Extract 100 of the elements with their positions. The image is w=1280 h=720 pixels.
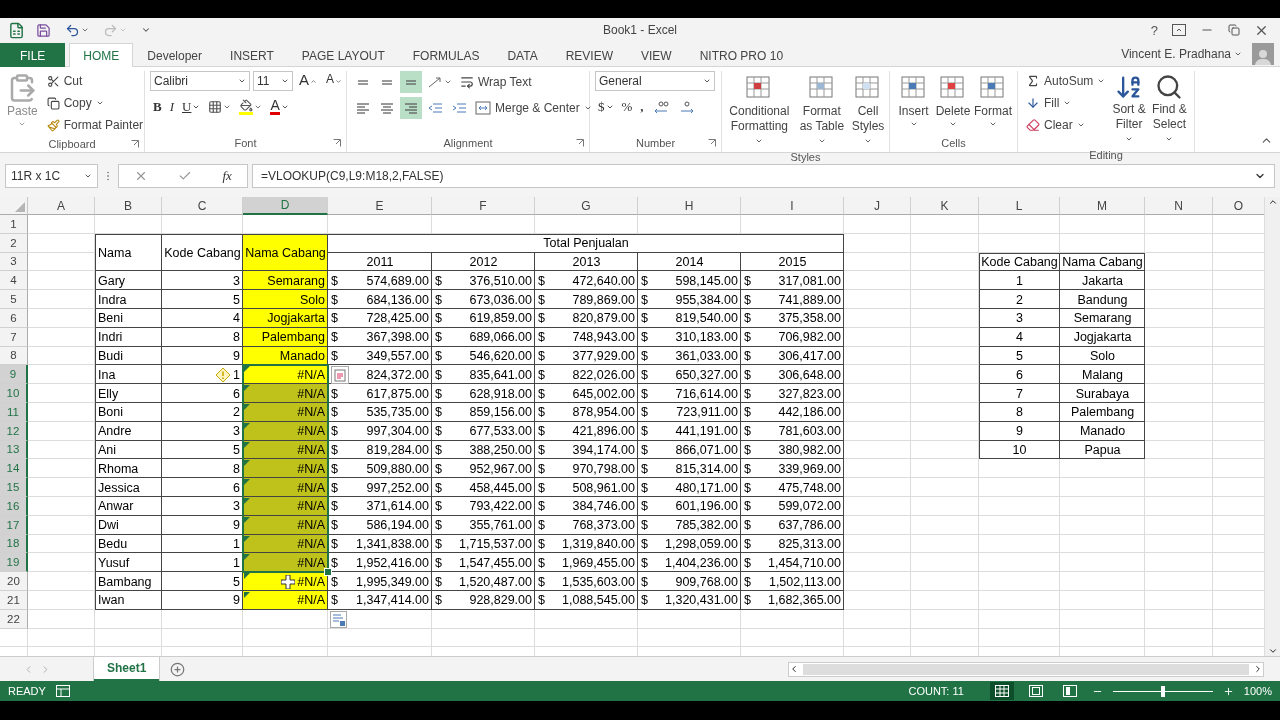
ribbon-tab[interactable]: FILE bbox=[0, 43, 66, 67]
column-header[interactable]: J bbox=[844, 197, 911, 215]
column-header[interactable]: K bbox=[911, 197, 979, 215]
amount-text: 546,620.00 bbox=[469, 348, 532, 363]
cells-button[interactable]: Format bbox=[974, 71, 1012, 130]
find-select-button[interactable]: Find & Select bbox=[1149, 71, 1189, 149]
check-icon[interactable] bbox=[178, 169, 193, 183]
row-header[interactable]: 1 bbox=[0, 215, 28, 234]
wrap-text-button[interactable]: Wrap Text bbox=[457, 72, 535, 92]
currency-sign: $ bbox=[538, 461, 545, 476]
dialog-launcher-icon[interactable] bbox=[131, 140, 139, 148]
bold-button[interactable]: B bbox=[150, 97, 165, 117]
select-all-button[interactable] bbox=[0, 197, 28, 215]
clear-button[interactable]: Clear bbox=[1023, 115, 1109, 135]
ribbon-tab[interactable]: INSERT bbox=[216, 43, 288, 67]
ribbon-tab[interactable]: HOME bbox=[69, 43, 134, 67]
wrap-text-icon bbox=[460, 75, 474, 89]
shrink-font-button[interactable]: A bbox=[323, 71, 346, 91]
align-button[interactable] bbox=[400, 71, 422, 93]
cells-button[interactable]: Delete bbox=[934, 71, 972, 130]
row-header[interactable]: 10 bbox=[0, 384, 28, 403]
sort-filter-button[interactable]: Sort & Filter bbox=[1110, 71, 1148, 149]
spreadsheet-app-icon bbox=[8, 21, 25, 39]
amount-text: 768,373.00 bbox=[572, 518, 635, 533]
column-header[interactable]: A bbox=[28, 197, 95, 215]
align-button[interactable] bbox=[400, 97, 422, 119]
column-header[interactable]: M bbox=[1060, 197, 1145, 215]
search-icon bbox=[1155, 73, 1184, 101]
fill-handle[interactable] bbox=[324, 568, 332, 577]
paste-options-icon[interactable] bbox=[331, 365, 349, 384]
formula-field[interactable]: =VLOOKUP(C9,L9:M18,2,FALSE) bbox=[252, 164, 1275, 188]
vertical-scrollbar[interactable] bbox=[1264, 197, 1280, 656]
amount-text: 601,196.00 bbox=[675, 499, 738, 514]
ribbon-tab[interactable]: PAGE LAYOUT bbox=[287, 43, 399, 67]
cell-text: 1 bbox=[233, 367, 240, 382]
horizontal-scrollbar[interactable] bbox=[788, 661, 1264, 677]
row-header[interactable]: 14 bbox=[0, 459, 28, 479]
font-name-field[interactable]: Calibri bbox=[150, 71, 250, 91]
conditional-formatting-button[interactable]: Conditional Formatting bbox=[727, 71, 792, 151]
dialog-launcher-icon[interactable] bbox=[333, 139, 341, 147]
column-header[interactable]: G bbox=[535, 197, 638, 215]
ribbon-tab[interactable]: Developer bbox=[133, 43, 217, 67]
ribbon-tab[interactable]: FORMULAS bbox=[398, 43, 494, 67]
row-header[interactable]: 15 bbox=[0, 478, 28, 497]
font-size-field[interactable]: 11 bbox=[253, 71, 293, 91]
cell-styles-button[interactable]: Cell Styles bbox=[852, 71, 884, 151]
comma-button[interactable]: , bbox=[637, 97, 647, 117]
copy-button[interactable]: Copy bbox=[43, 93, 147, 113]
column-header[interactable]: L bbox=[979, 197, 1060, 215]
ribbon-tab[interactable]: NITRO PRO 10 bbox=[685, 43, 798, 67]
zoom-in-icon[interactable] bbox=[1222, 685, 1234, 697]
row-header[interactable]: 4 bbox=[0, 271, 28, 291]
autosum-button[interactable]: AutoSum bbox=[1023, 71, 1109, 91]
quick-analysis-icon[interactable] bbox=[330, 610, 347, 628]
percent-button[interactable]: % bbox=[618, 97, 636, 117]
column-header[interactable]: H bbox=[638, 197, 741, 215]
column-header[interactable]: N bbox=[1145, 197, 1213, 215]
row-header[interactable]: 20 bbox=[0, 572, 28, 591]
number-format-field[interactable]: General bbox=[595, 71, 715, 91]
align-icon bbox=[405, 102, 417, 114]
table-cell: Ina bbox=[95, 365, 162, 385]
row-header[interactable]: 9 bbox=[0, 365, 28, 385]
name-box[interactable]: 11R x 1C bbox=[5, 164, 98, 188]
caret-icon bbox=[444, 78, 452, 86]
row-header[interactable]: 5 bbox=[0, 290, 28, 309]
column-header[interactable]: O bbox=[1213, 197, 1264, 215]
column-header[interactable]: F bbox=[432, 197, 535, 215]
insert-function-button[interactable]: fx bbox=[222, 168, 232, 184]
sheet-tab[interactable]: Sheet1 bbox=[94, 656, 160, 681]
column-header[interactable]: I bbox=[741, 197, 844, 215]
fill-button[interactable]: Fill bbox=[1023, 93, 1109, 113]
cells-button[interactable]: Insert bbox=[895, 71, 932, 130]
amount-text: 508,961.00 bbox=[572, 480, 635, 495]
column-header[interactable]: C bbox=[162, 197, 243, 215]
ribbon-tab[interactable]: DATA bbox=[493, 43, 552, 67]
scrollbar-thumb[interactable] bbox=[803, 663, 1249, 675]
format-painter-button[interactable]: Format Painter bbox=[43, 115, 147, 135]
help-button[interactable]: ? bbox=[1147, 20, 1161, 40]
column-header[interactable]: E bbox=[328, 197, 432, 215]
currency-button[interactable]: $ bbox=[595, 97, 617, 117]
macro-record-icon[interactable] bbox=[55, 685, 70, 697]
account-menu[interactable]: Vincent E. Pradhana bbox=[1115, 46, 1248, 62]
dialog-launcher-icon[interactable] bbox=[708, 139, 716, 147]
view-button[interactable] bbox=[989, 682, 1014, 700]
zoom-thumb[interactable] bbox=[1160, 685, 1165, 697]
format-as-table-button[interactable]: Format as Table bbox=[795, 71, 848, 151]
italic-button[interactable]: I bbox=[166, 97, 177, 117]
column-header[interactable]: B bbox=[95, 197, 162, 215]
column-header[interactable]: D bbox=[243, 197, 328, 215]
dialog-launcher-icon[interactable] bbox=[576, 139, 584, 147]
underline-button[interactable]: U bbox=[179, 97, 204, 117]
warning-icon[interactable] bbox=[215, 366, 232, 383]
merge-center-button[interactable]: Merge & Center bbox=[472, 98, 595, 118]
ribbon-tab[interactable]: REVIEW bbox=[551, 43, 628, 67]
cut-button[interactable]: Cut bbox=[43, 71, 147, 91]
row-header[interactable]: 19 bbox=[0, 553, 28, 573]
ribbon-tab[interactable]: VIEW bbox=[627, 43, 686, 67]
font-color-button[interactable]: A bbox=[267, 97, 292, 117]
paste-button[interactable]: Paste bbox=[5, 71, 40, 130]
grow-font-button[interactable]: A bbox=[296, 71, 320, 91]
